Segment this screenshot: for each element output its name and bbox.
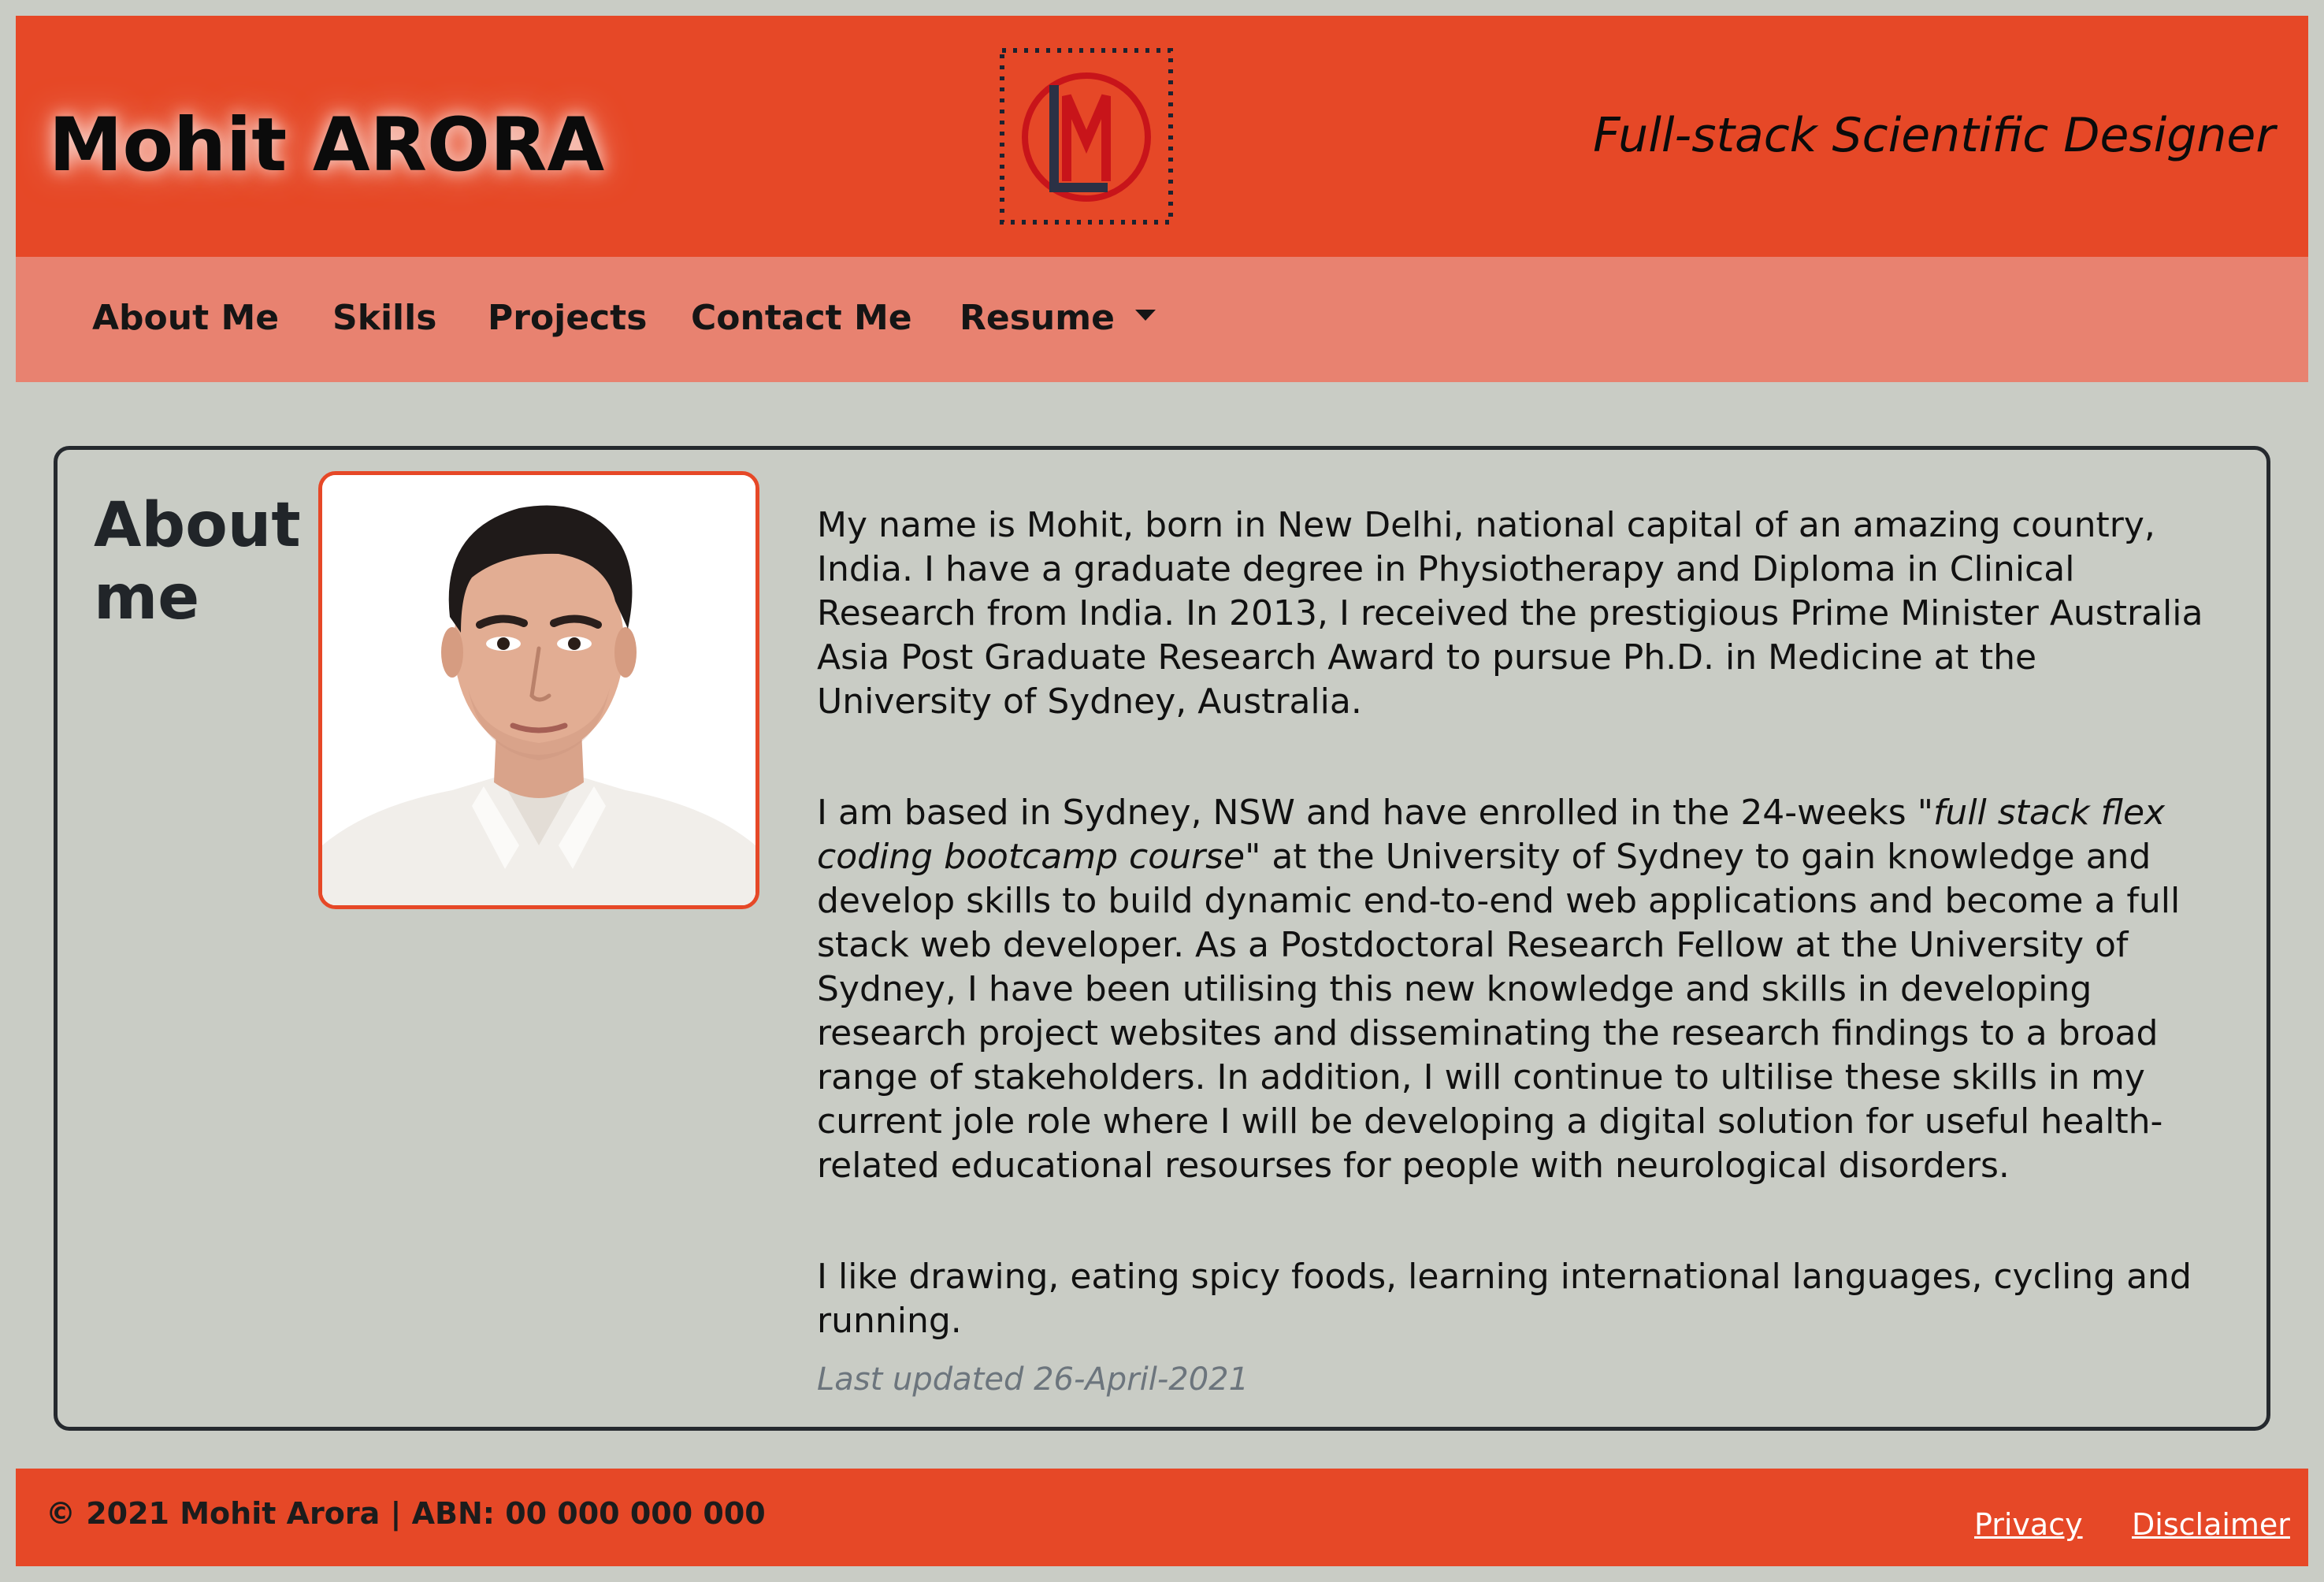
about-bio: My name is Mohit, born in New Delhi, nat… bbox=[817, 503, 2219, 1343]
nav-contact-me[interactable]: Contact Me bbox=[691, 301, 912, 336]
site-footer: © 2021 Mohit Arora | ABN: 00 000 000 000… bbox=[16, 1469, 2308, 1566]
nav-skills[interactable]: Skills bbox=[332, 301, 436, 336]
main-nav: About Me Skills Projects Contact Me Resu… bbox=[16, 257, 2308, 382]
nav-projects[interactable]: Projects bbox=[488, 301, 647, 336]
site-name: Mohit ARORA bbox=[49, 102, 605, 188]
site-tagline: Full-stack Scientific Designer bbox=[1593, 108, 2275, 163]
nav-about-me[interactable]: About Me bbox=[92, 301, 279, 336]
site-header: Mohit ARORA Full-stack Scientific Design… bbox=[16, 16, 2308, 257]
caret-down-icon bbox=[1134, 310, 1156, 321]
bio-paragraph: I am based in Sydney, NSW and have enrol… bbox=[817, 791, 2219, 1188]
bio-paragraph: I like drawing, eating spicy foods, lear… bbox=[817, 1257, 2192, 1341]
about-card: About me My name is Mohit, born in New D… bbox=[54, 446, 2270, 1431]
bio-paragraph: My name is Mohit, born in New Delhi, nat… bbox=[817, 505, 2203, 722]
disclaimer-link[interactable]: Disclaimer bbox=[2132, 1510, 2290, 1539]
bio-text: " at the University of Sydney to gain kn… bbox=[817, 837, 2181, 1186]
nav-resume-dropdown[interactable]: Resume bbox=[960, 301, 1156, 336]
last-updated: Last updated 26-April-2021 bbox=[817, 1361, 1249, 1398]
about-heading: About me bbox=[94, 490, 301, 633]
page: Mohit ARORA Full-stack Scientific Design… bbox=[0, 0, 2324, 1582]
bio-text: I am based in Sydney, NSW and have enrol… bbox=[817, 793, 1933, 833]
ml-monogram-logo[interactable] bbox=[999, 47, 1174, 225]
privacy-link[interactable]: Privacy bbox=[1974, 1510, 2083, 1539]
portrait-image bbox=[322, 475, 755, 905]
profile-photo bbox=[318, 471, 759, 909]
copyright-text: © 2021 Mohit Arora | ABN: 00 000 000 000 bbox=[46, 1496, 766, 1531]
nav-resume-label: Resume bbox=[960, 298, 1115, 338]
